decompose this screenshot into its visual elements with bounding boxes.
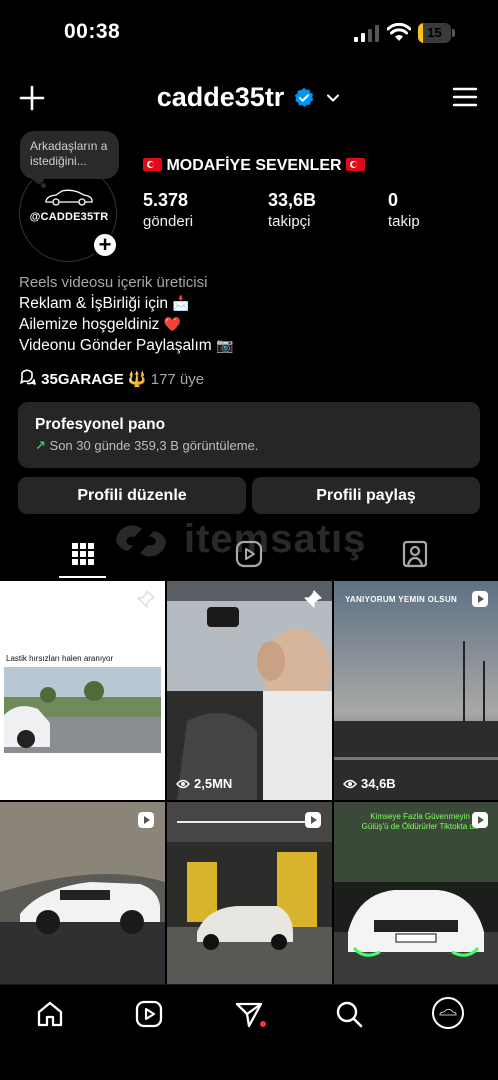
camera-icon: 📷 <box>216 337 234 353</box>
post-tile[interactable]: 2,5MN <box>167 581 332 800</box>
car-logo-icon <box>45 189 93 206</box>
bio-line-text: Ailemize hoşgeldiniz <box>19 316 160 333</box>
trident-icon: 🔱 <box>127 371 147 388</box>
stat-posts[interactable]: 5.378 gönderi <box>143 190 193 230</box>
display-name-text: MODAFİYE SEVENLER <box>166 157 342 174</box>
reel-icon <box>472 812 488 828</box>
stat-followers-value: 33,6B <box>268 190 317 210</box>
turkey-flag-icon <box>143 158 162 171</box>
channel-icon <box>20 369 36 385</box>
tagged-icon[interactable] <box>401 540 429 568</box>
bio: Reels videosu içerik üreticisi Reklam & … <box>19 272 479 356</box>
verified-badge-icon <box>294 87 314 107</box>
view-count-text: 34,6B <box>361 776 396 791</box>
trend-arrow-icon: ↗ <box>35 438 46 453</box>
display-name: MODAFİYE SEVENLER <box>143 157 366 175</box>
post-thumbnail <box>167 581 332 800</box>
view-count: 3,1MN <box>9 776 65 791</box>
battery-level: 15 <box>427 25 442 40</box>
pro-panel-subtitle-text: Son 30 günde 359,3 B görüntüleme. <box>49 438 259 453</box>
wifi-icon <box>387 22 411 41</box>
view-count: 2,5MN <box>176 776 232 791</box>
professional-dashboard[interactable]: Profesyonel pano ↗ Son 30 günde 359,3 B … <box>18 402 480 468</box>
bio-line: Reklam & İşBirliği için 📩 <box>19 293 479 314</box>
post-tile[interactable] <box>167 802 332 984</box>
post-thumbnail <box>4 667 161 753</box>
grid-icon[interactable] <box>69 540 97 568</box>
note-tail-small <box>41 183 46 188</box>
bio-category: Reels videosu içerik üreticisi <box>19 274 208 291</box>
note-bubble[interactable]: Arkadaşların a istediğini... <box>20 131 119 179</box>
post-thumbnail <box>0 802 165 984</box>
active-tab-indicator <box>59 576 106 578</box>
reels-icon[interactable] <box>135 1000 163 1028</box>
stat-following-label: takip <box>388 213 420 230</box>
unread-dot <box>260 1021 266 1027</box>
stat-followers-label: takipçi <box>268 213 311 230</box>
home-icon[interactable] <box>36 1000 64 1028</box>
reels-tab-icon[interactable] <box>235 540 263 568</box>
profile-avatar-nav[interactable] <box>432 997 464 1029</box>
reel-icon <box>305 812 321 828</box>
chevron-down-icon <box>327 94 340 101</box>
eye-icon <box>343 779 357 789</box>
bio-line: Ailemize hoşgeldiniz ❤️ <box>19 314 479 335</box>
bottom-nav <box>0 984 498 1080</box>
heart-icon: ❤️ <box>163 316 182 332</box>
add-story-button[interactable]: + <box>91 231 119 259</box>
post-thumbnail <box>167 802 332 984</box>
stat-following[interactable]: 0 takip <box>388 190 420 230</box>
status-bar: 00:38 15 <box>0 0 498 64</box>
post-thumbnail <box>334 581 498 800</box>
post-grid: Lastik hırsızları halen aranıyor 3,1MN 2… <box>0 581 498 984</box>
avatar-text: @CADDE35TR <box>29 211 109 223</box>
signal-icon <box>354 25 379 42</box>
broadcast-channel[interactable]: 35GARAGE 🔱 177 üye <box>19 369 204 388</box>
account-switcher[interactable]: cadde35tr <box>0 82 498 113</box>
stat-posts-value: 5.378 <box>143 190 189 210</box>
post-tile[interactable] <box>0 802 165 984</box>
username: cadde35tr <box>156 82 285 112</box>
note-text: Arkadaşların a istediğini... <box>30 139 108 168</box>
messages-icon[interactable] <box>235 1000 263 1028</box>
bio-line-text: Videonu Gönder Paylaşalım <box>19 337 212 354</box>
post-tile[interactable]: Kimseye Fazla Güvenmeyin Gülüş'ü de Öldü… <box>334 802 498 984</box>
bio-line: Videonu Gönder Paylaşalım 📷 <box>19 335 479 356</box>
view-count-text: 2,5MN <box>194 776 233 791</box>
post-tile[interactable]: Lastik hırsızları halen aranıyor 3,1MN <box>0 581 165 800</box>
turkey-flag-icon <box>346 158 366 171</box>
share-profile-button[interactable]: Profili paylaş <box>252 477 480 514</box>
hamburger-menu-icon[interactable] <box>452 86 478 108</box>
stat-posts-label: gönderi <box>143 213 194 230</box>
envelope-icon: 📩 <box>172 295 190 311</box>
stat-following-value: 0 <box>388 190 399 210</box>
pro-panel-title: Profesyonel pano <box>35 416 166 433</box>
pin-icon <box>137 590 155 608</box>
post-caption: YANIYORUM YEMIN OLSUN <box>345 595 458 604</box>
view-count-text: 3,1MN <box>27 776 66 791</box>
post-caption: Lastik hırsızları halen aranıyor <box>6 654 114 663</box>
bio-line-text: Reklam & İşBirliği için <box>19 295 169 312</box>
post-caption: Kimseye Fazla Güvenmeyin Gülüş'ü de Öldü… <box>361 812 479 831</box>
car-logo-icon <box>439 1009 457 1016</box>
content-tabs <box>0 530 498 580</box>
reel-icon <box>472 591 488 607</box>
battery-icon: 15 <box>418 23 456 43</box>
reel-icon <box>138 812 154 828</box>
channel-members: 177 üye <box>150 371 205 388</box>
edit-profile-button[interactable]: Profili düzenle <box>18 477 246 514</box>
stat-followers[interactable]: 33,6B takipçi <box>268 190 316 230</box>
pro-panel-subtitle: ↗ Son 30 günde 359,3 B görüntüleme. <box>35 438 463 454</box>
channel-name: 35GARAGE <box>41 371 124 388</box>
post-tile[interactable]: YANIYORUM YEMIN OLSUN 34,6B <box>334 581 498 800</box>
profile-header: cadde35tr <box>0 74 498 122</box>
eye-icon <box>9 779 23 789</box>
view-count: 34,6B <box>343 776 396 791</box>
eye-icon <box>176 779 190 789</box>
search-icon[interactable] <box>335 1000 363 1028</box>
status-time: 00:38 <box>64 20 121 43</box>
pin-icon <box>304 590 322 608</box>
